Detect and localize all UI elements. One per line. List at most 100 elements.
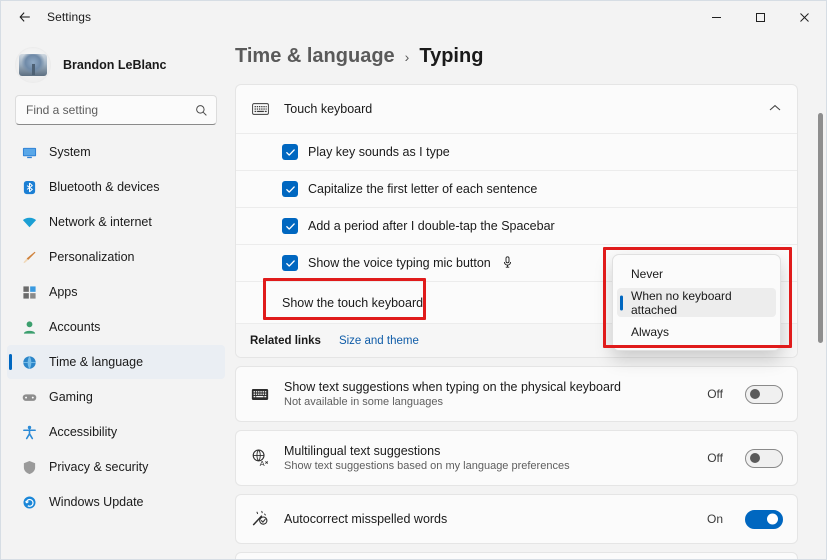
sidebar-item-label: Gaming (49, 390, 93, 404)
dropdown-option-never[interactable]: Never (617, 259, 776, 288)
system-icon (21, 144, 37, 160)
setting-row-texts: Autocorrect misspelled words (284, 512, 693, 526)
touch-keyboard-visibility-label: Show the touch keyboard (282, 295, 424, 310)
minimize-button[interactable] (694, 1, 738, 33)
wifi-icon (21, 214, 37, 230)
bluetooth-icon (21, 179, 37, 195)
avatar (15, 47, 51, 83)
touch-keyboard-visibility-dropdown[interactable]: Never When no keyboard attached Always (612, 254, 781, 351)
search-icon (195, 104, 208, 117)
checkbox-checked-icon[interactable] (282, 218, 298, 234)
sidebar-item-apps[interactable]: Apps (7, 275, 225, 309)
checkbox-row-play-key-sounds[interactable]: Play key sounds as I type (236, 133, 797, 170)
update-icon (21, 494, 37, 510)
setting-row[interactable]: A Multilingual text suggestions Show tex… (236, 431, 797, 485)
title-bar: Settings (1, 1, 826, 33)
page-title: Typing (419, 45, 484, 67)
setting-row-texts: Show text suggestions when typing on the… (284, 380, 693, 408)
setting-row-title: Autocorrect misspelled words (284, 512, 448, 526)
toggle-text-suggestions[interactable] (745, 384, 783, 404)
sidebar-item-accounts[interactable]: Accounts (7, 310, 225, 344)
sidebar-item-label: Accessibility (49, 425, 118, 439)
sidebar-item-privacy-security[interactable]: Privacy & security (7, 450, 225, 484)
sidebar-item-label: Time & language (49, 355, 144, 369)
setting-row-title: Show text suggestions when typing on the… (284, 380, 622, 394)
sidebar-item-label: Windows Update (49, 495, 144, 509)
checkbox-checked-icon[interactable] (282, 144, 298, 160)
checkbox-label: Capitalize the first letter of each sent… (308, 182, 538, 196)
back-arrow-icon (19, 12, 30, 22)
close-button[interactable] (782, 1, 826, 33)
touch-keyboard-header[interactable]: Touch keyboard (236, 85, 797, 133)
related-links-title: Related links (250, 334, 321, 347)
maximize-button[interactable] (738, 1, 782, 33)
checkbox-label: Add a period after I double-tap the Spac… (308, 219, 555, 233)
setting-row-subtitle: Not available in some languages (284, 396, 443, 408)
profile-name: Brandon LeBlanc (63, 58, 167, 72)
window-title: Settings (47, 10, 92, 24)
sidebar-nav: System Bluetooth & devices Network & int… (1, 135, 231, 519)
setting-row[interactable]: Show text suggestions when typing on the… (236, 367, 797, 421)
sidebar: Brandon LeBlanc Find a setting System Bl… (1, 33, 231, 559)
profile-card[interactable]: Brandon LeBlanc (1, 37, 231, 91)
window-controls (694, 1, 826, 33)
breadcrumb-parent[interactable]: Time & language (235, 45, 395, 68)
checkbox-row-capitalize-first-letter[interactable]: Capitalize the first letter of each sent… (236, 170, 797, 207)
setting-row[interactable]: A Highlight misspelled words On (236, 553, 797, 559)
dropdown-option-when-no-keyboard-attached[interactable]: When no keyboard attached (617, 288, 776, 317)
gamepad-icon (21, 389, 37, 405)
sidebar-item-label: Accounts (49, 320, 101, 334)
toggle-autocorrect[interactable] (745, 509, 783, 529)
sidebar-item-label: Personalization (49, 250, 135, 264)
scrollbar-thumb[interactable] (818, 113, 823, 343)
sidebar-item-label: Privacy & security (49, 460, 149, 474)
settings-window: Settings Brandon LeBlanc Find a setting … (0, 0, 827, 560)
search-container: Find a setting (1, 91, 231, 135)
setting-card-multilingual: A Multilingual text suggestions Show tex… (235, 430, 798, 486)
sidebar-item-system[interactable]: System (7, 135, 225, 169)
setting-card-text-suggestions: Show text suggestions when typing on the… (235, 366, 798, 422)
related-link-size-and-theme[interactable]: Size and theme (339, 335, 419, 347)
checkbox-label: Show the voice typing mic button (308, 256, 491, 270)
search-input[interactable]: Find a setting (15, 95, 217, 125)
sidebar-item-label: Bluetooth & devices (49, 180, 160, 194)
minimize-icon (711, 16, 721, 18)
breadcrumb-separator: › (404, 49, 410, 65)
checkbox-checked-icon[interactable] (282, 181, 298, 197)
setting-row-title: Multilingual text suggestions (284, 444, 441, 458)
account-icon (21, 319, 37, 335)
breadcrumb: Time & language › Typing (231, 33, 814, 84)
sidebar-item-gaming[interactable]: Gaming (7, 380, 225, 414)
checkbox-checked-icon[interactable] (282, 255, 298, 271)
microphone-icon (503, 255, 512, 271)
back-button[interactable] (9, 3, 41, 31)
sidebar-item-time-language[interactable]: Time & language (7, 345, 225, 379)
toggle-multilingual[interactable] (745, 448, 783, 468)
setting-row[interactable]: Autocorrect misspelled words On (236, 495, 797, 543)
multilingual-icon: A (250, 449, 270, 467)
setting-card-highlight-misspelled: A Highlight misspelled words On (235, 552, 798, 559)
setting-row-texts: Multilingual text suggestions Show text … (284, 444, 693, 472)
dropdown-option-always[interactable]: Always (617, 317, 776, 346)
content-scrollbar[interactable] (818, 111, 823, 559)
apps-icon (21, 284, 37, 300)
shield-icon (21, 459, 37, 475)
clock-globe-icon (21, 354, 37, 370)
touch-keyboard-title: Touch keyboard (284, 102, 373, 116)
sidebar-item-windows-update[interactable]: Windows Update (7, 485, 225, 519)
maximize-icon (755, 12, 765, 22)
sidebar-item-network-internet[interactable]: Network & internet (7, 205, 225, 239)
checkbox-label: Play key sounds as I type (308, 145, 450, 159)
sidebar-item-personalization[interactable]: Personalization (7, 240, 225, 274)
accessibility-icon (21, 424, 37, 440)
chevron-up-icon[interactable] (769, 104, 781, 115)
setting-row-subtitle: Show text suggestions based on my langua… (284, 460, 570, 472)
close-icon (799, 12, 809, 22)
keyboard-icon (250, 388, 270, 401)
checkbox-row-add-period[interactable]: Add a period after I double-tap the Spac… (236, 207, 797, 244)
toggle-state-label: Off (707, 387, 723, 401)
sidebar-item-accessibility[interactable]: Accessibility (7, 415, 225, 449)
setting-card-autocorrect: Autocorrect misspelled words On (235, 494, 798, 544)
brush-icon (21, 249, 37, 265)
sidebar-item-bluetooth-devices[interactable]: Bluetooth & devices (7, 170, 225, 204)
